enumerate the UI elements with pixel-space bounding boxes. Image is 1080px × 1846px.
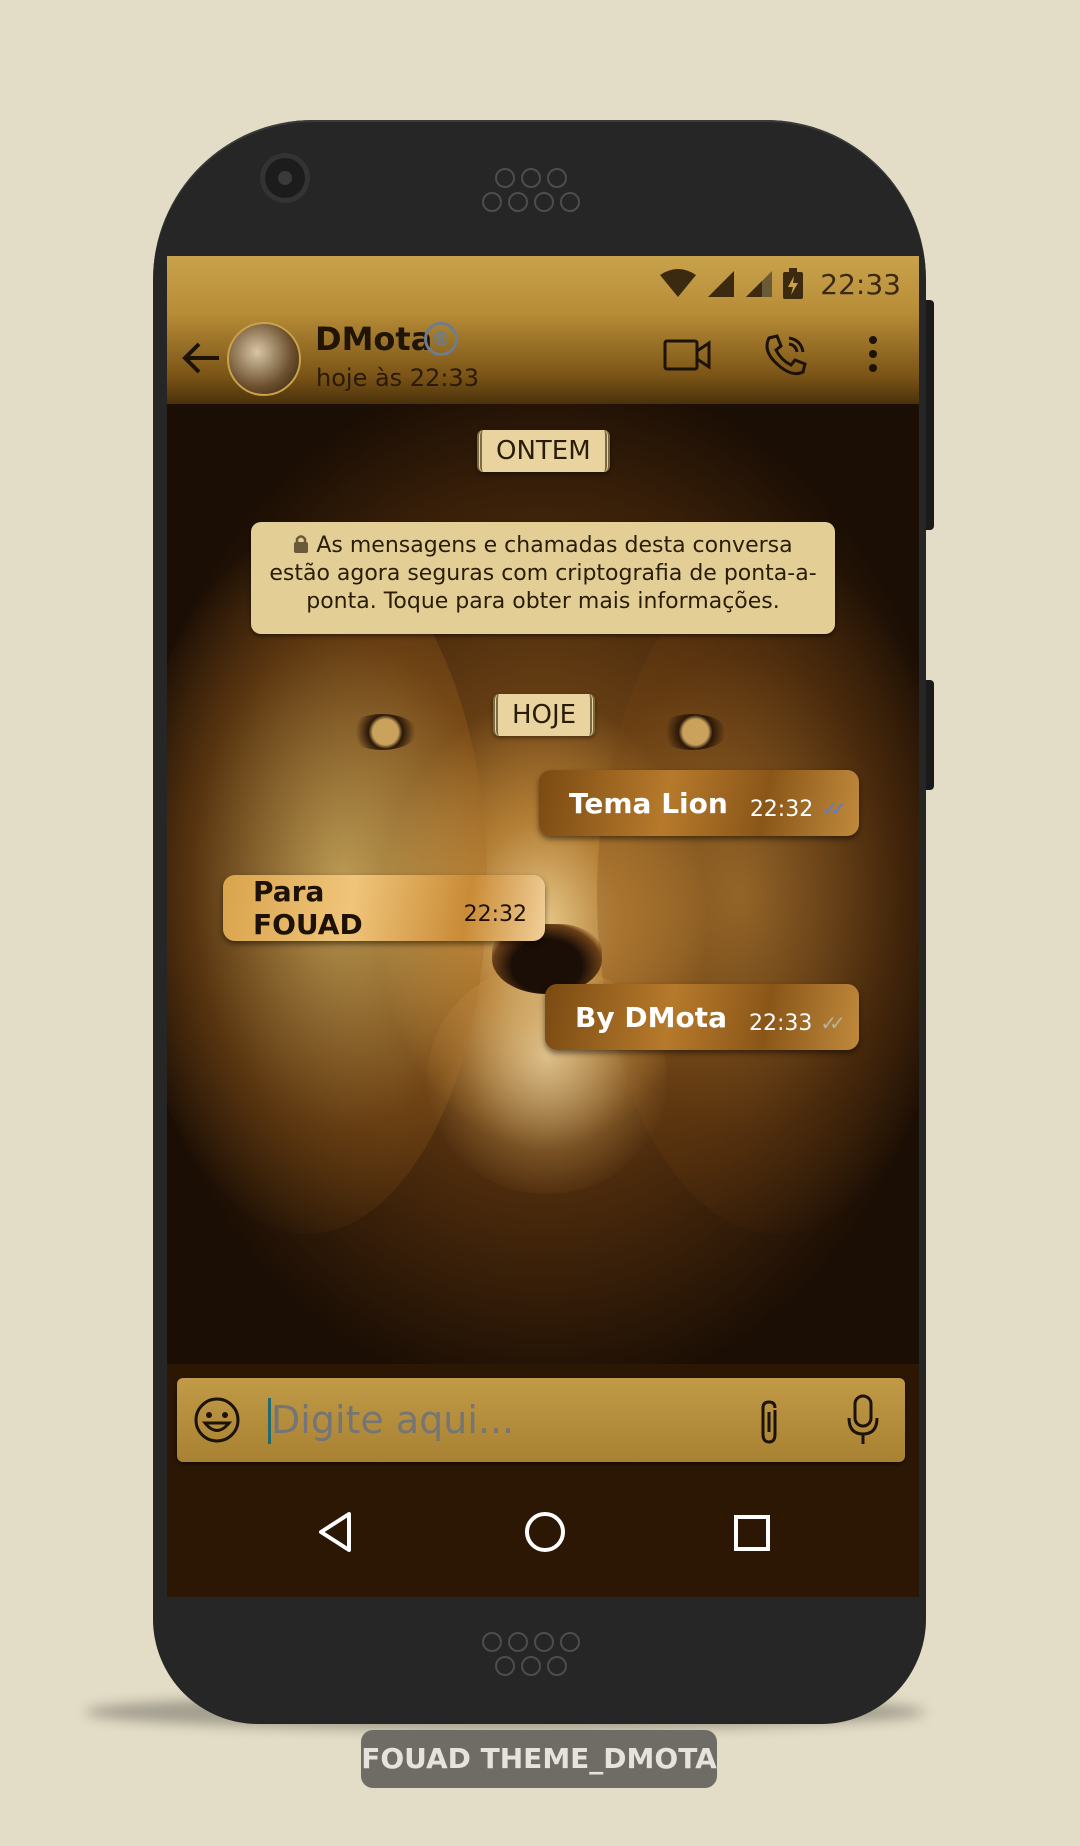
message-time: 22:32: [749, 796, 814, 822]
phone-call-icon[interactable]: [761, 332, 809, 380]
message-bubble-outgoing[interactable]: Tema Lion 22:32 ✓✓: [539, 770, 859, 836]
battery-icon: [783, 268, 804, 299]
status-bar: 22:33: [167, 256, 919, 312]
message-bubble-incoming[interactable]: Para FOUAD 22:32: [223, 875, 545, 941]
lock-icon: [294, 535, 309, 553]
nav-bar: [167, 1474, 919, 1597]
message-text: By DMota: [575, 1000, 727, 1034]
message-input-container[interactable]: [177, 1378, 905, 1462]
arrow-left-icon[interactable]: [181, 340, 221, 376]
wallpaper-eye-left: [347, 714, 417, 750]
signal-icon: [708, 271, 735, 297]
signal-2-icon: [746, 271, 773, 297]
wifi-icon: [660, 269, 697, 297]
phone-frame: 22:33 DMota ® hoje às 22:33 ONTEM As men…: [153, 120, 934, 1724]
paperclip-icon[interactable]: [755, 1398, 785, 1446]
bottom-speaker: [482, 1632, 580, 1676]
message-time: 22:32: [463, 901, 527, 927]
avatar[interactable]: [227, 322, 301, 396]
registered-icon: ®: [424, 322, 458, 356]
nav-recent-apps-icon[interactable]: [733, 1514, 771, 1552]
status-time: 22:33: [820, 267, 901, 301]
contact-name[interactable]: DMota: [315, 320, 432, 358]
wallpaper-eye-right: [657, 714, 727, 750]
top-speaker: [482, 168, 580, 212]
message-time: 22:33: [748, 1010, 813, 1036]
nav-back-icon[interactable]: [315, 1510, 355, 1554]
more-vert-icon[interactable]: [867, 334, 879, 374]
message-text: Para FOUAD: [253, 875, 363, 941]
message-input[interactable]: [271, 1398, 691, 1442]
screen: 22:33 DMota ® hoje às 22:33 ONTEM As men…: [167, 256, 919, 1597]
read-ticks-icon: ✓✓: [821, 797, 846, 821]
volume-button: [926, 300, 934, 530]
app-bar: DMota ® hoje às 22:33: [167, 312, 919, 404]
chat-area[interactable]: ONTEM As mensagens e chamadas desta conv…: [167, 404, 919, 1364]
input-bar: [167, 1364, 919, 1597]
last-seen: hoje às 22:33: [316, 364, 479, 392]
watermark-label: FOUAD THEME_DMOTA: [361, 1730, 717, 1788]
date-chip-yesterday: ONTEM: [477, 430, 610, 472]
delivered-ticks-icon: ✓✓: [820, 1011, 845, 1035]
encryption-notice[interactable]: As mensagens e chamadas desta conversa e…: [251, 522, 835, 634]
microphone-icon[interactable]: [845, 1394, 881, 1446]
nav-home-icon[interactable]: [523, 1510, 567, 1554]
encryption-notice-text: As mensagens e chamadas desta conversa e…: [269, 533, 817, 614]
power-button: [926, 680, 934, 790]
front-camera: [265, 158, 305, 198]
video-camera-icon[interactable]: [663, 338, 711, 372]
emoji-icon[interactable]: [193, 1396, 241, 1444]
date-chip-today: HOJE: [493, 694, 596, 736]
message-bubble-outgoing[interactable]: By DMota 22:33 ✓✓: [545, 984, 859, 1050]
message-text: Tema Lion: [569, 786, 728, 820]
